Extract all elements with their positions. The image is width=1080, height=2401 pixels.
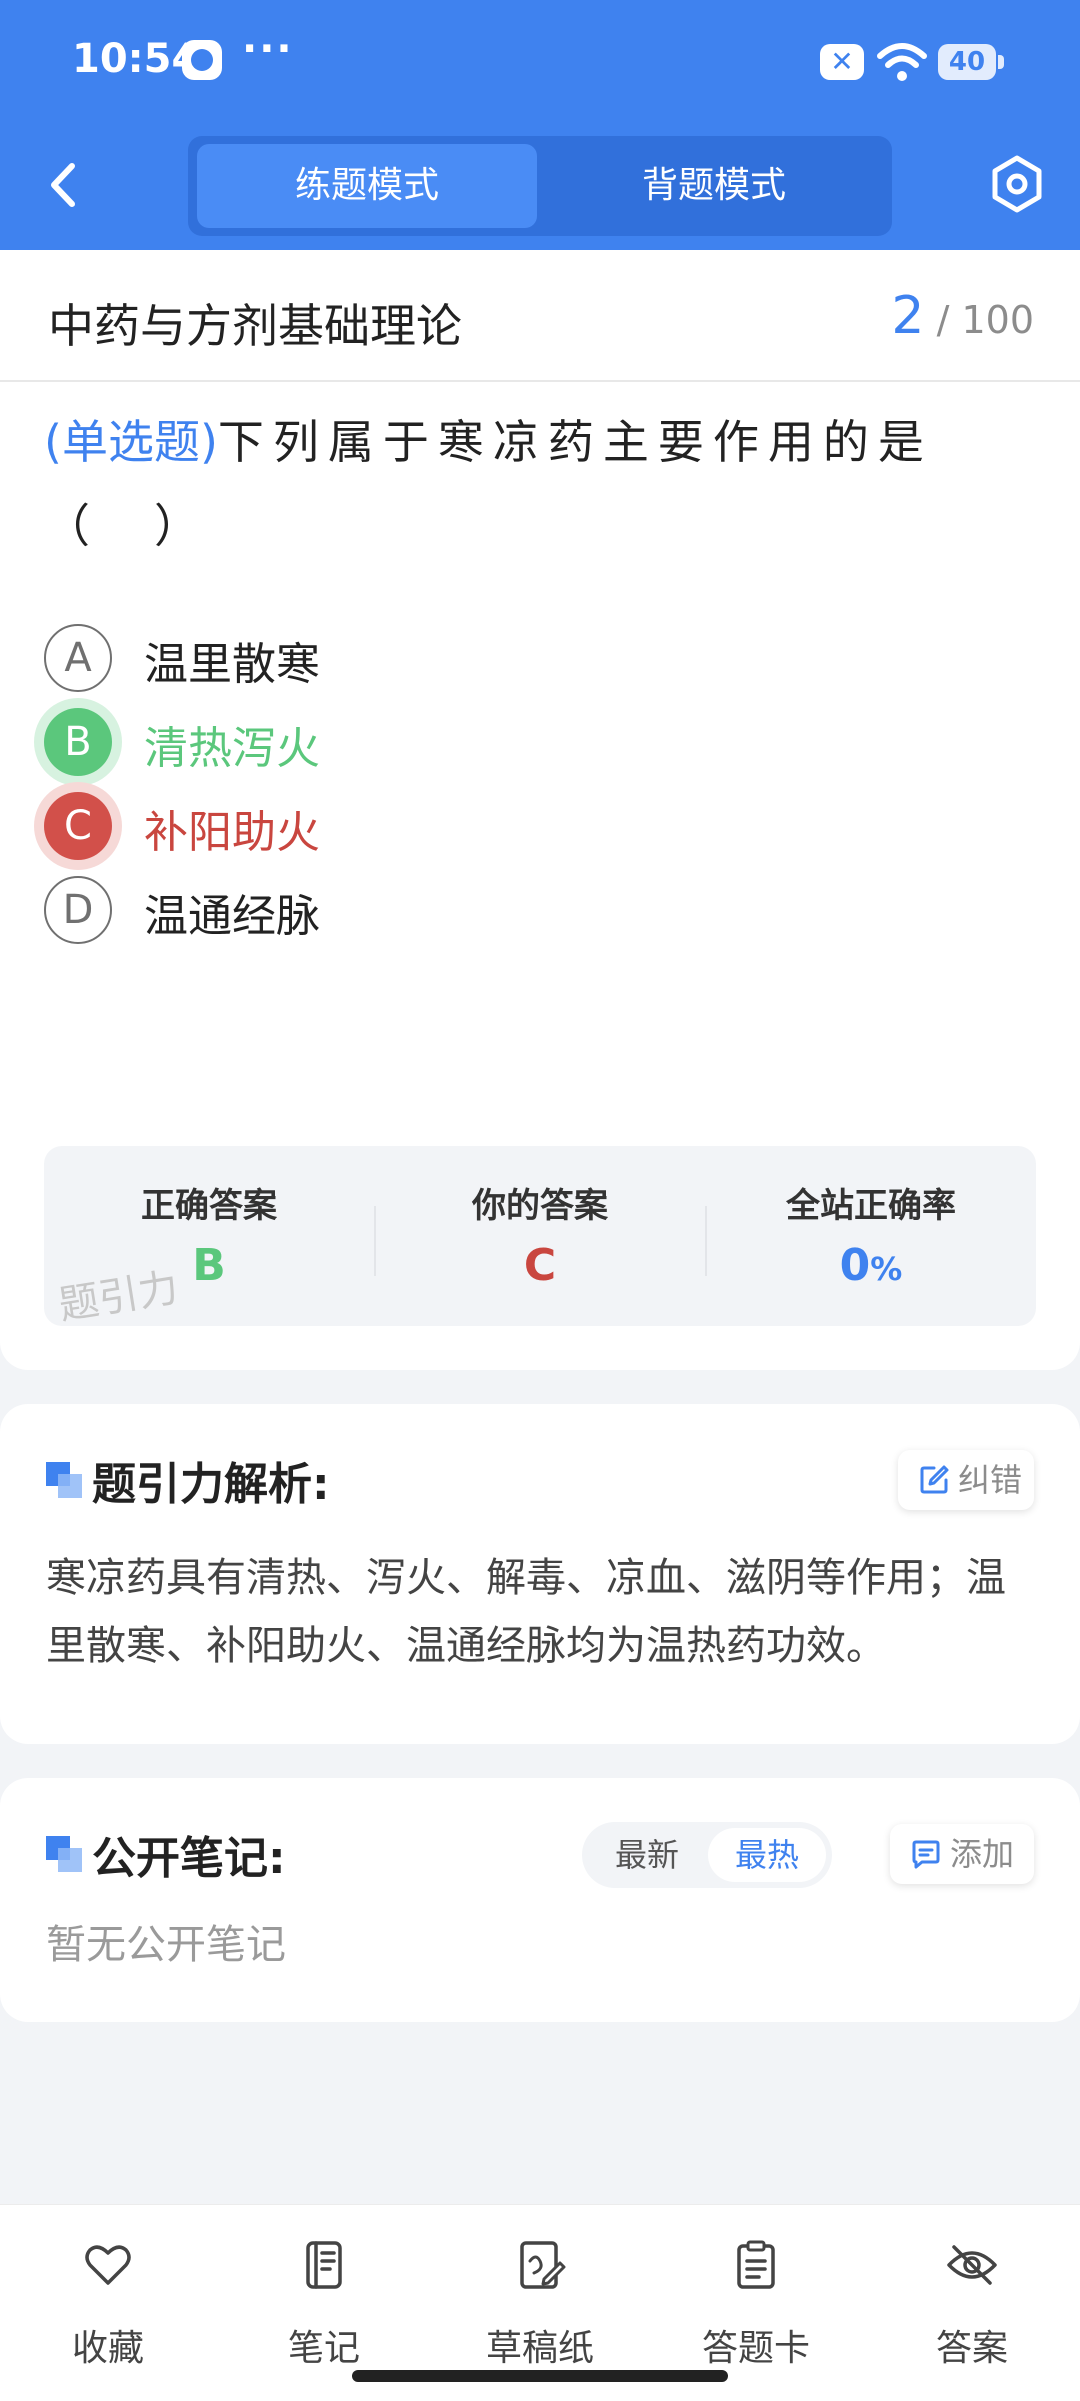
report-error-button[interactable]: 纠错 bbox=[898, 1450, 1034, 1510]
question-type-label: (单选题) bbox=[44, 415, 218, 469]
nav-label: 笔记 bbox=[287, 2328, 360, 2369]
draft-paper-icon bbox=[520, 2241, 566, 2289]
nav-label: 答案 bbox=[935, 2328, 1008, 2369]
nav-answer-card[interactable]: 答题卡 bbox=[666, 2229, 846, 2369]
analysis-text: 寒凉药具有清热、泻火、解毒、凉血、滋阴等作用；温里散寒、补阳助火、温通经脉均为温… bbox=[46, 1555, 1006, 1669]
total-questions: / 100 bbox=[936, 298, 1034, 342]
current-question-number: 2 bbox=[891, 286, 925, 346]
option-c[interactable]: C 补阳助火 bbox=[44, 788, 944, 868]
your-answer-label: 你的答案 bbox=[472, 1186, 608, 1226]
wifi-icon bbox=[877, 43, 927, 81]
your-answer-value: C bbox=[523, 1240, 557, 1291]
question-text: (单选题)下列属于寒凉药主要作用的是（ ） bbox=[44, 400, 1004, 568]
notes-title: 公开笔记: bbox=[92, 1833, 286, 1884]
question-progress: 2 / 100 bbox=[891, 286, 1034, 346]
accuracy-value: 0% bbox=[706, 1240, 1036, 1291]
option-letter: B bbox=[44, 708, 112, 776]
settings-hexagon-icon[interactable] bbox=[988, 152, 1046, 216]
notification-x-icon: ✕ bbox=[820, 44, 864, 80]
top-bar: 10:54 ··· ✕ 40 练题模式 背题模式 bbox=[0, 0, 1080, 250]
add-note-button[interactable]: 添加 bbox=[890, 1824, 1034, 1884]
sort-hot-tab[interactable]: 最热 bbox=[708, 1828, 826, 1882]
mode-switch: 练题模式 背题模式 bbox=[188, 136, 892, 236]
status-bar: 10:54 ··· ✕ 40 bbox=[0, 0, 1080, 125]
nav-favorite[interactable]: 收藏 bbox=[18, 2229, 198, 2369]
correct-answer-label: 正确答案 bbox=[141, 1186, 277, 1226]
tab-practice-mode[interactable]: 练题模式 bbox=[197, 144, 537, 228]
your-answer-stat: 你的答案 C bbox=[375, 1146, 705, 1326]
option-letter: C bbox=[44, 792, 112, 860]
analysis-card: 题引力解析: 纠错 寒凉药具有清热、泻火、解毒、凉血、滋阴等作用；温里散寒、补阳… bbox=[0, 1404, 1080, 1744]
section-square-icon bbox=[46, 1462, 84, 1500]
section-square-icon bbox=[46, 1836, 84, 1874]
accuracy-unit: % bbox=[870, 1250, 903, 1288]
option-text: 温通经脉 bbox=[144, 891, 320, 942]
analysis-title: 题引力解析: bbox=[92, 1459, 330, 1510]
option-text: 温里散寒 bbox=[144, 639, 320, 690]
nav-label: 答题卡 bbox=[701, 2328, 810, 2369]
divider bbox=[0, 380, 1080, 382]
status-time: 10:54 bbox=[72, 36, 200, 82]
accuracy-number: 0 bbox=[839, 1240, 871, 1291]
answer-card-icon bbox=[737, 2240, 775, 2289]
comment-icon bbox=[912, 1840, 940, 1869]
option-d[interactable]: D 温通经脉 bbox=[44, 872, 944, 952]
back-arrow-icon[interactable] bbox=[40, 150, 90, 220]
sort-latest-tab[interactable]: 最新 bbox=[588, 1828, 706, 1882]
nav-label: 收藏 bbox=[71, 2328, 144, 2369]
status-more-indicator: ··· bbox=[242, 26, 294, 72]
empty-notes-text: 暂无公开笔记 bbox=[46, 1922, 286, 1968]
option-letter: D bbox=[44, 876, 112, 944]
notification-app-icon bbox=[182, 40, 222, 80]
report-error-label: 纠错 bbox=[958, 1461, 1023, 1499]
subject-title: 中药与方剂基础理论 bbox=[48, 299, 462, 353]
nav-show-answer[interactable]: 答案 bbox=[882, 2229, 1062, 2369]
heart-icon bbox=[85, 2245, 131, 2285]
notebook-icon bbox=[306, 2241, 342, 2289]
accuracy-stat: 全站正确率 0% bbox=[706, 1146, 1036, 1326]
tab-memorize-mode[interactable]: 背题模式 bbox=[544, 144, 884, 228]
add-note-label: 添加 bbox=[950, 1835, 1015, 1873]
notes-sort-switch: 最新 最热 bbox=[582, 1822, 832, 1888]
nav-label: 草稿纸 bbox=[485, 2328, 594, 2369]
home-indicator[interactable] bbox=[352, 2370, 728, 2382]
option-b[interactable]: B 清热泻火 bbox=[44, 704, 944, 784]
option-text: 清热泻火 bbox=[144, 723, 320, 774]
option-a[interactable]: A 温里散寒 bbox=[44, 620, 944, 700]
nav-draft-paper[interactable]: 草稿纸 bbox=[450, 2229, 630, 2369]
battery-indicator: 40 bbox=[938, 44, 1004, 80]
edit-icon bbox=[920, 1465, 949, 1494]
answer-stats: 正确答案 B 你的答案 C 全站正确率 0% 题引力 bbox=[44, 1146, 1036, 1329]
option-text: 补阳助火 bbox=[144, 807, 320, 858]
option-letter: A bbox=[44, 624, 112, 692]
public-notes-card: 公开笔记: 最新 最热 添加 暂无公开笔记 bbox=[0, 1778, 1080, 2022]
question-card: 中药与方剂基础理论 2 / 100 (单选题)下列属于寒凉药主要作用的是（ ） … bbox=[0, 250, 1080, 1370]
nav-notes[interactable]: 笔记 bbox=[234, 2229, 414, 2369]
eye-off-icon bbox=[947, 2245, 997, 2285]
accuracy-label: 全站正确率 bbox=[786, 1186, 956, 1226]
